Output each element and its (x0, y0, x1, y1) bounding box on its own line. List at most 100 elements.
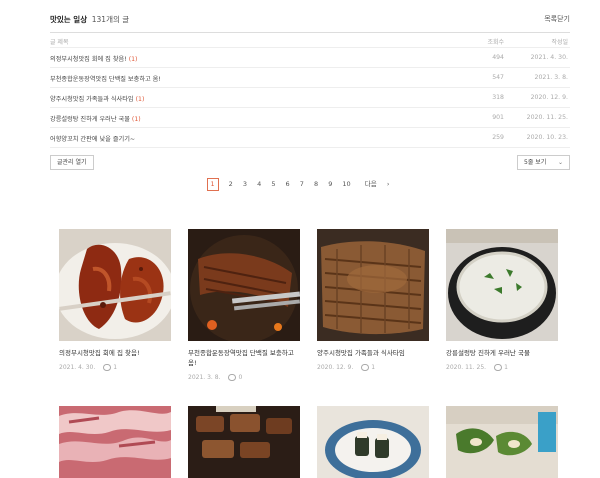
post-count: 131개의 글 (91, 15, 130, 24)
card-title[interactable]: 부천종합운동장역맛집 단백질 보충하고 옴! (188, 348, 300, 368)
post-link[interactable]: 강릉설렁탕 진하게 우러난 국물 (1) (50, 114, 141, 123)
page-1[interactable]: 1 (206, 178, 219, 191)
spicy-grilled-pork-image (59, 229, 171, 341)
post-card[interactable]: 강릉설렁탕 진하게 우러난 국물 2020. 11. 25. 1 (446, 229, 558, 371)
list-row[interactable]: 양주시청맛집 가족들과 식사타임 (1) 318 2020. 12. 9. (50, 88, 570, 108)
list-row[interactable]: 어향양꼬치 간판에 낮을 즐기기~ 259 2020. 10. 23. (50, 128, 570, 148)
post-link[interactable]: 어향양꼬치 간판에 낮을 즐기기~ (50, 134, 137, 143)
post-thumbnail[interactable] (446, 229, 558, 341)
comment-count: (1) (135, 96, 145, 103)
comment-icon (228, 374, 237, 381)
page-7[interactable]: 7 (300, 180, 304, 188)
comment-icon (494, 364, 503, 371)
card-date: 2021. 4. 30. (59, 364, 96, 371)
chevron-down-icon: ⌄ (557, 159, 563, 166)
view-count: 259 (492, 134, 504, 141)
column-date: 작성일 (551, 39, 568, 46)
rows-per-page-value: 5줄 보기 (524, 159, 547, 166)
post-title: 의정부시청맛집 회에 집 찾음! (50, 56, 127, 63)
list-column-header: 글 제목 조회수 작성일 (50, 32, 570, 48)
post-card[interactable] (59, 406, 171, 478)
card-title[interactable]: 양주시청맛집 가족들과 식사타임 (317, 348, 429, 358)
list-header: 맛있는 일상 131개의 글 목록닫기 (50, 14, 570, 28)
grilled-meat-grill-image (317, 229, 429, 341)
kimbap-rolls-image (446, 406, 558, 478)
view-count: 901 (492, 114, 504, 121)
card-date: 2020. 12. 9. (317, 364, 354, 371)
post-date: 2020. 11. 25. (526, 114, 568, 121)
next-page-button[interactable]: 다음 › (361, 178, 394, 188)
post-title: 어향양꼬치 간판에 낮을 즐기기~ (50, 136, 136, 143)
card-meta: 2021. 3. 8. 0 (188, 374, 300, 381)
post-thumbnail[interactable] (188, 406, 300, 478)
post-link[interactable]: 양주시청맛집 가족들과 식사타임 (1) (50, 94, 144, 103)
post-date: 2021. 4. 30. (530, 54, 568, 61)
card-date: 2020. 11. 25. (446, 364, 487, 371)
beef-bone-soup-image (446, 229, 558, 341)
raw-lamb-slices-image (59, 406, 171, 478)
page-2[interactable]: 2 (229, 180, 233, 188)
category-title[interactable]: 맛있는 일상 131개의 글 (50, 14, 129, 25)
comment-count: (1) (128, 56, 138, 63)
card-meta: 2020. 12. 9. 1 (317, 364, 429, 371)
post-thumbnail[interactable] (59, 406, 171, 478)
view-count: 318 (492, 94, 504, 101)
sushi-plate-image (317, 406, 429, 478)
comment-icon (103, 364, 112, 371)
post-list: 글 제목 조회수 작성일 의정부시청맛집 회에 집 찾음! (1) 494 202… (50, 32, 570, 148)
page-10[interactable]: 10 (342, 180, 350, 188)
chevron-right-icon: › (386, 180, 390, 188)
grilled-pork-belly-image (188, 406, 300, 478)
list-row[interactable]: 강릉설렁탕 진하게 우러난 국물 (1) 901 2020. 11. 25. (50, 108, 570, 128)
list-row[interactable]: 의정부시청맛집 회에 집 찾음! (1) 494 2021. 4. 30. (50, 48, 570, 68)
page-4[interactable]: 4 (257, 180, 261, 188)
card-meta: 2020. 11. 25. 1 (446, 364, 558, 371)
post-thumbnail[interactable] (317, 229, 429, 341)
post-date: 2021. 3. 8. (534, 74, 568, 81)
post-card[interactable] (446, 406, 558, 478)
card-title[interactable]: 의정부시청맛집 회에 집 찾음! (59, 348, 171, 358)
post-title: 강릉설렁탕 진하게 우러난 국물 (50, 116, 130, 123)
card-title[interactable]: 강릉설렁탕 진하게 우러난 국물 (446, 348, 558, 358)
post-card[interactable] (317, 406, 429, 478)
post-link[interactable]: 부천종합운동장역맛집 단백질 보충하고 옴! (50, 74, 163, 83)
close-list-button[interactable]: 목록닫기 (544, 14, 570, 24)
category-name: 맛있는 일상 (50, 15, 88, 24)
post-thumbnail[interactable] (188, 229, 300, 341)
view-count: 494 (492, 54, 504, 61)
page-8[interactable]: 8 (314, 180, 318, 188)
post-date: 2020. 12. 9. (530, 94, 568, 101)
manage-posts-button[interactable]: 글관리 열기 (50, 155, 94, 170)
post-title: 부천종합운동장역맛집 단백질 보충하고 옴! (50, 76, 161, 83)
page-6[interactable]: 6 (286, 180, 290, 188)
post-card[interactable] (188, 406, 300, 478)
column-title: 글 제목 (50, 39, 69, 46)
comment-count: (1) (131, 116, 141, 123)
post-thumbnail[interactable] (446, 406, 558, 478)
post-title: 양주시청맛집 가족들과 식사타임 (50, 96, 134, 103)
card-date: 2021. 3. 8. (188, 374, 221, 381)
rows-per-page-select[interactable]: 5줄 보기 ⌄ (517, 155, 570, 170)
view-count: 547 (492, 74, 504, 81)
card-comment-count: 0 (238, 374, 243, 381)
next-label: 다음 (364, 180, 377, 188)
list-row[interactable]: 부천종합운동장역맛집 단백질 보충하고 옴! 547 2021. 3. 8. (50, 68, 570, 88)
post-card[interactable]: 의정부시청맛집 회에 집 찾음! 2021. 4. 30. 1 (59, 229, 171, 371)
card-meta: 2021. 4. 30. 1 (59, 364, 171, 371)
post-card[interactable]: 부천종합운동장역맛집 단백질 보충하고 옴! 2021. 3. 8. 0 (188, 229, 300, 381)
post-date: 2020. 10. 23. (526, 134, 568, 141)
card-comment-count: 1 (371, 364, 376, 371)
pagination: 1 2 3 4 5 6 7 8 9 10 다음 › (0, 178, 600, 191)
card-comment-count: 1 (113, 364, 118, 371)
comment-icon (361, 364, 370, 371)
post-link[interactable]: 의정부시청맛집 회에 집 찾음! (1) (50, 54, 137, 63)
column-views: 조회수 (487, 39, 504, 46)
page-3[interactable]: 3 (243, 180, 247, 188)
post-card[interactable]: 양주시청맛집 가족들과 식사타임 2020. 12. 9. 1 (317, 229, 429, 371)
grilled-ribs-tongs-image (188, 229, 300, 341)
post-thumbnail[interactable] (59, 229, 171, 341)
card-comment-count: 1 (504, 364, 508, 371)
page-5[interactable]: 5 (271, 180, 275, 188)
post-thumbnail[interactable] (317, 406, 429, 478)
page-9[interactable]: 9 (328, 180, 332, 188)
